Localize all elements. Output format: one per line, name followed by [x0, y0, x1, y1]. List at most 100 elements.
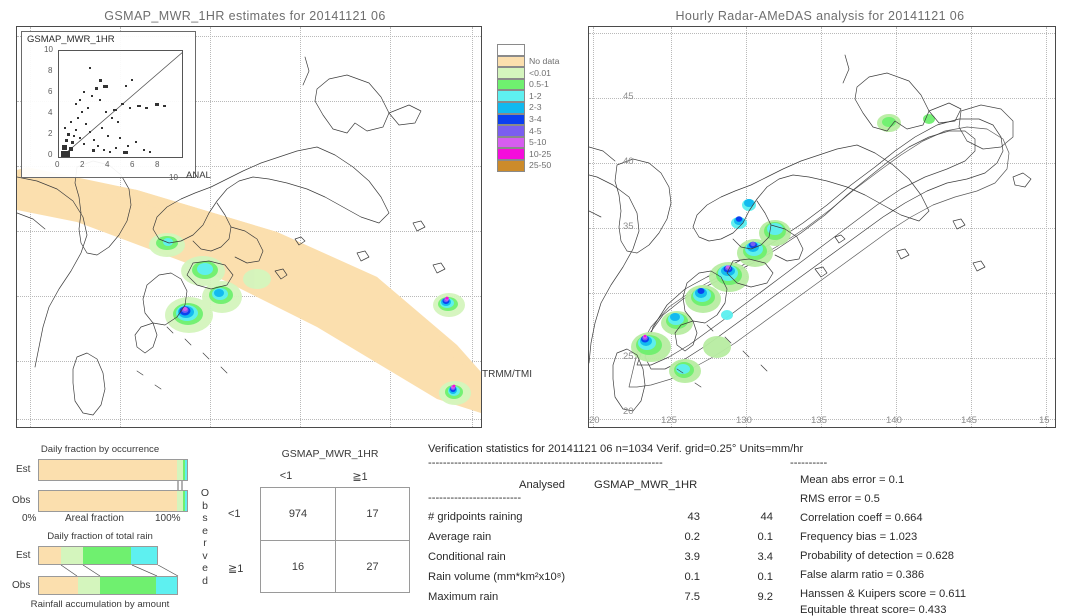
colorbar-entry: <0.01: [497, 67, 559, 79]
stat-row-label: Conditional rain: [428, 551, 506, 563]
scatter-x-tick: 2: [80, 160, 85, 169]
colorbar-label: 0.5-1: [529, 79, 549, 90]
contingency-title: GSMAP_MWR_1HR: [281, 448, 379, 460]
bar-segment: [39, 460, 177, 480]
amount-est-bar: [38, 546, 158, 565]
colorbar-swatch: [497, 125, 525, 137]
colorbar-swatch: [497, 159, 525, 172]
lon-tick-label: 135: [811, 415, 827, 426]
amount-panel-title: Daily fraction of total rain: [47, 531, 153, 542]
scatter-y-tick: 8: [48, 66, 53, 75]
colorbar-entry: 1-2: [497, 90, 559, 102]
bar-segment: [131, 547, 157, 564]
scatter-inset-plot: [58, 50, 183, 158]
occurrence-connectors: [177, 481, 183, 490]
right-map-coastlines: [589, 54, 1032, 412]
scatter-y-tick: 2: [48, 129, 53, 138]
contingency-cell: 17: [335, 488, 409, 540]
colorbar-swatch: [497, 67, 525, 79]
amount-est-label: Est: [16, 550, 31, 561]
scatter-inset-svg: [60, 52, 182, 157]
right-map-title: Hourly Radar-AMeDAS analysis for 2014112…: [675, 9, 965, 23]
occurrence-obs-bar: [38, 490, 188, 512]
bar-segment: [39, 491, 177, 511]
colorbar-swatch: [497, 44, 525, 56]
colorbar-entry: [497, 44, 559, 56]
contingency-row-header: ≧1: [228, 563, 244, 575]
colorbar-label: 4-5: [529, 125, 542, 136]
lat-tick-label: 35: [623, 221, 634, 232]
stat-row-estimate: 0.1: [757, 571, 773, 583]
scatter-inset[interactable]: GSMAP_MWR_1HR 10 8 6 4 2 0 0 2 4 6 8: [21, 31, 196, 178]
stat-row-label: Rain volume (mm*km²x10⁸): [428, 571, 566, 583]
contingency-cell: 27: [335, 540, 409, 592]
scatter-y-tick: 6: [48, 87, 53, 96]
bar-segment: [39, 577, 78, 594]
lon-tick-label: 125: [661, 415, 677, 426]
score-probability-of-detection: Probability of detection = 0.628: [800, 550, 954, 562]
contingency-row-header: <1: [228, 508, 241, 520]
stat-row-analysed: 0.1: [684, 571, 700, 583]
colorbar-label: 3-4: [529, 114, 542, 124]
contingency-cell: 16: [261, 540, 335, 592]
stat-row-estimate: 44: [760, 511, 773, 523]
lon-tick-label: 15: [1039, 415, 1050, 426]
stat-row-estimate: 3.4: [757, 551, 773, 563]
amount-connectors: [60, 565, 179, 576]
scatter-x-tick: 6: [130, 160, 135, 169]
score-rule: ----------: [790, 457, 828, 469]
colorbar-label: 2-3: [529, 102, 542, 113]
verification-sub-rule: -------------------------: [428, 492, 522, 504]
left-map[interactable]: GSMAP_MWR_1HR 10 8 6 4 2 0 0 2 4 6 8 10 …: [16, 26, 482, 428]
verification-header: Verification statistics for 20141121 06 …: [428, 443, 804, 455]
attribution-label: Provided by JWA/JMA: [899, 425, 1018, 427]
colorbar-label: No data: [529, 56, 560, 67]
colorbar-entry: 4-5: [497, 125, 559, 137]
occurrence-est-bar: [38, 459, 188, 481]
bar-segment: [82, 547, 132, 564]
verification-col-estimate: GSMAP_MWR_1HR: [594, 479, 698, 491]
scatter-x-axis-label: ANAL: [186, 170, 211, 181]
contingency-table[interactable]: 974 17 16 27: [260, 487, 410, 593]
lat-tick-label: 20: [623, 406, 634, 417]
colorbar-swatch: [497, 101, 525, 114]
verification-col-analysed: Analysed: [519, 479, 566, 491]
lon-tick-label: 130: [736, 415, 752, 426]
amount-panel-footer: Rainfall accumulation by amount: [30, 599, 170, 610]
trmm-swath-label-outer: TRMM/TMI: [482, 369, 532, 380]
scatter-x-tick: 4: [105, 160, 110, 169]
stat-row-label: Maximum rain: [428, 591, 499, 603]
occurrence-axis-max: 100%: [155, 513, 181, 524]
occurrence-est-label: Est: [16, 464, 31, 475]
amount-obs-label: Obs: [12, 580, 31, 591]
stat-row-analysed: 0.2: [684, 531, 700, 543]
colorbar-entry: 2-3: [497, 101, 559, 114]
bar-segment: [77, 577, 100, 594]
colorbar-entry: 3-4: [497, 113, 559, 126]
colorbar-entry: 5-10: [497, 136, 559, 149]
occurrence-obs-label: Obs: [12, 495, 31, 506]
stat-row-label: # gridpoints raining: [428, 511, 523, 523]
right-map[interactable]: 45 40 35 25 20 20 125 130 135 140 145 15…: [588, 26, 1056, 428]
observed-axis-label: Observed: [200, 487, 210, 587]
colorbar-entry: 25-50: [497, 159, 559, 172]
contingency-col-header: <1: [279, 470, 293, 482]
bar-segment: [99, 577, 157, 594]
verification-rule: ----------------------------------------…: [428, 457, 663, 469]
colorbar-label: 5-10: [529, 137, 547, 148]
colorbar-entry: No data: [497, 55, 560, 68]
colorbar-entry: 10-25: [497, 148, 559, 160]
lat-tick-label: 25: [623, 351, 634, 362]
bar-segment: [185, 491, 187, 511]
left-map-title: GSMAP_MWR_1HR estimates for 20141121 06: [104, 9, 386, 23]
stat-row-analysed: 7.5: [684, 591, 700, 603]
colorbar-swatch: [497, 78, 525, 91]
lon-tick-label: 20: [589, 415, 600, 426]
lat-tick-label: 45: [623, 91, 634, 102]
scatter-x-tick: 10: [169, 173, 178, 182]
score-equitable-threat: Equitable threat score= 0.433: [800, 604, 947, 616]
contingency-cell: 974: [288, 508, 308, 520]
score-correlation-coeff: Correlation coeff = 0.664: [800, 512, 923, 524]
bar-segment: [61, 547, 83, 564]
amount-obs-bar: [38, 576, 178, 595]
